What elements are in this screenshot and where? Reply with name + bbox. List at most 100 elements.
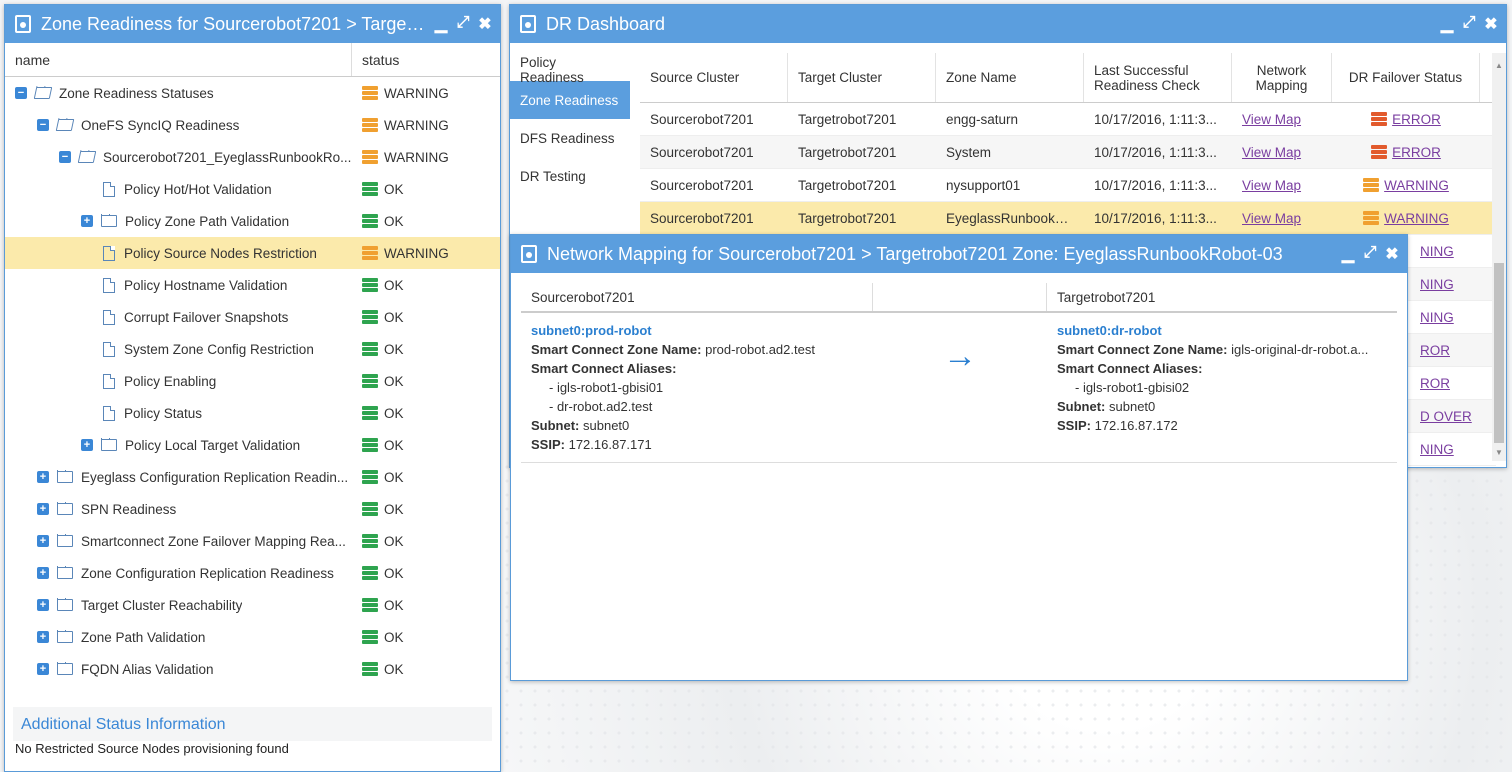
expand-icon[interactable]: + — [37, 567, 49, 579]
scroll-down-icon[interactable]: ▼ — [1495, 448, 1503, 457]
view-map-link[interactable]: View Map — [1242, 112, 1301, 127]
cell-source-cluster: Sourcerobot7201 — [650, 210, 754, 226]
tree-row[interactable]: + Smartconnect Zone Failover Mapping Rea.… — [5, 525, 500, 557]
cell-network-mapping: View Map — [1232, 178, 1332, 193]
view-map-link[interactable]: View Map — [1242, 211, 1301, 226]
scroll-up-icon[interactable]: ▲ — [1495, 61, 1503, 70]
collapse-icon[interactable]: − — [59, 151, 71, 163]
status-link[interactable]: NING — [1420, 442, 1454, 457]
minimize-icon[interactable]: ▁ — [1341, 244, 1355, 264]
tree-row[interactable]: + Zone Configuration Replication Readines… — [5, 557, 500, 589]
status-text: OK — [384, 661, 404, 677]
tree-row-status: OK — [352, 470, 404, 485]
tree-row[interactable]: + Policy Local Target Validation OK — [5, 429, 500, 461]
tree-row-status: OK — [352, 438, 404, 453]
expand-icon[interactable]: + — [37, 503, 49, 515]
column-header-last-check[interactable]: Last Successful Readiness Check — [1084, 53, 1232, 102]
dr-tabs: Policy Readiness Zone Readiness DFS Read… — [510, 43, 630, 195]
tree-row[interactable]: + FQDN Alias Validation OK — [5, 653, 500, 685]
tree-row[interactable]: − Zone Readiness Statuses WARNING — [5, 77, 500, 109]
tree-row[interactable]: Corrupt Failover Snapshots OK — [5, 301, 500, 333]
document-icon — [103, 405, 115, 421]
status-link[interactable]: ERROR — [1392, 112, 1441, 127]
tab-zone-readiness[interactable]: Zone Readiness — [510, 81, 630, 119]
tree-row[interactable]: − OneFS SyncIQ Readiness WARNING — [5, 109, 500, 141]
maximize-icon[interactable]: ⤢ — [456, 14, 470, 34]
status-link[interactable]: WARNING — [1384, 178, 1449, 193]
status-link[interactable]: ROR — [1420, 343, 1450, 358]
view-map-link[interactable]: View Map — [1242, 145, 1301, 160]
maximize-icon[interactable]: ⤢ — [1363, 244, 1377, 264]
expand-icon[interactable]: + — [37, 471, 49, 483]
status-link[interactable]: NING — [1420, 277, 1454, 292]
maximize-icon[interactable]: ⤢ — [1462, 14, 1476, 34]
close-icon[interactable]: ✖ — [478, 14, 492, 34]
tree-row-label: Zone Path Validation — [81, 629, 206, 645]
status-text: OK — [384, 533, 404, 549]
close-icon[interactable]: ✖ — [1484, 14, 1498, 34]
scrollbar-thumb[interactable] — [1494, 263, 1504, 443]
collapse-icon[interactable]: − — [15, 87, 27, 99]
expand-icon[interactable]: + — [81, 439, 93, 451]
minimize-icon[interactable]: ▁ — [1440, 14, 1454, 34]
status-text: OK — [384, 469, 404, 485]
network-mapping-titlebar[interactable]: Network Mapping for Sourcerobot7201 > Ta… — [511, 235, 1407, 273]
grid-scrollbar[interactable]: ▲ ▼ — [1492, 53, 1506, 461]
dr-dashboard-titlebar[interactable]: DR Dashboard ▁ ⤢ ✖ — [510, 5, 1506, 43]
collapse-icon[interactable]: − — [37, 119, 49, 131]
tree-row[interactable]: Policy Enabling OK — [5, 365, 500, 397]
expand-icon[interactable]: + — [37, 631, 49, 643]
tree-row[interactable]: System Zone Config Restriction OK — [5, 333, 500, 365]
tree-row[interactable]: Policy Status OK — [5, 397, 500, 429]
arrow-column-header — [873, 283, 1047, 311]
column-header-name[interactable]: name — [5, 43, 352, 76]
tree-row[interactable]: − Sourcerobot7201_EyeglassRunbookRo... WAR… — [5, 141, 500, 173]
tree-row[interactable]: + Target Cluster Reachability OK — [5, 589, 500, 621]
status-link[interactable]: ERROR — [1392, 145, 1441, 160]
expand-icon[interactable]: + — [81, 215, 93, 227]
folder-icon — [57, 629, 73, 643]
zone-readiness-titlebar[interactable]: Zone Readiness for Sourcerobot7201 > Tar… — [5, 5, 500, 43]
tree-row-status: WARNING — [352, 118, 449, 133]
table-row[interactable]: Sourcerobot7201 Targetrobot7201 System 10/1… — [640, 136, 1496, 169]
column-header-source-cluster[interactable]: Source Cluster — [640, 53, 788, 102]
tab-policy-readiness[interactable]: Policy Readiness — [510, 43, 630, 85]
status-text: OK — [384, 213, 404, 229]
table-row[interactable]: Sourcerobot7201 Targetrobot7201 engg-satur… — [640, 103, 1496, 136]
tree-row[interactable]: + Eyeglass Configuration Replication Read… — [5, 461, 500, 493]
tree-row[interactable]: + SPN Readiness OK — [5, 493, 500, 525]
minimize-icon[interactable]: ▁ — [434, 14, 448, 34]
expand-icon[interactable]: + — [37, 599, 49, 611]
tree-row[interactable]: Policy Hot/Hot Validation OK — [5, 173, 500, 205]
expand-icon[interactable]: + — [37, 535, 49, 547]
view-map-link[interactable]: View Map — [1242, 178, 1301, 193]
status-link[interactable]: D OVER — [1420, 409, 1472, 424]
tree-row[interactable]: + Zone Path Validation OK — [5, 621, 500, 653]
folder-icon — [57, 501, 73, 515]
cell-last-check: 10/17/2016, 1:11:3... — [1094, 144, 1217, 160]
column-header-network-mapping[interactable]: Network Mapping — [1232, 53, 1332, 102]
cell-network-mapping: View Map — [1232, 145, 1332, 160]
tab-dfs-readiness[interactable]: DFS Readiness — [510, 119, 630, 157]
column-header-target-cluster[interactable]: Target Cluster — [788, 53, 936, 102]
column-header-status[interactable]: status — [352, 43, 409, 76]
status-link[interactable]: NING — [1420, 244, 1454, 259]
tree-row[interactable]: Policy Source Nodes Restriction WARNING — [5, 237, 500, 269]
tree-row-label: Corrupt Failover Snapshots — [124, 309, 289, 325]
tree-row-label: Target Cluster Reachability — [81, 597, 243, 613]
expand-icon[interactable]: + — [37, 663, 49, 675]
tree-row-name: − OneFS SyncIQ Readiness — [5, 118, 352, 133]
tree-row[interactable]: Policy Hostname Validation OK — [5, 269, 500, 301]
table-row[interactable]: Sourcerobot7201 Targetrobot7201 EyeglassRu… — [640, 202, 1496, 235]
tree-row[interactable]: + Policy Zone Path Validation OK — [5, 205, 500, 237]
tab-dr-testing[interactable]: DR Testing — [510, 157, 630, 195]
status-link[interactable]: NING — [1420, 310, 1454, 325]
ok-status-icon — [362, 470, 378, 484]
status-link[interactable]: WARNING — [1384, 211, 1449, 226]
column-header-zone-name[interactable]: Zone Name — [936, 53, 1084, 102]
column-header-dr-failover-status[interactable]: DR Failover Status — [1332, 53, 1480, 102]
status-link[interactable]: ROR — [1420, 376, 1450, 391]
close-icon[interactable]: ✖ — [1385, 244, 1399, 264]
table-row[interactable]: Sourcerobot7201 Targetrobot7201 nysupport0… — [640, 169, 1496, 202]
status-text: OK — [384, 277, 404, 293]
